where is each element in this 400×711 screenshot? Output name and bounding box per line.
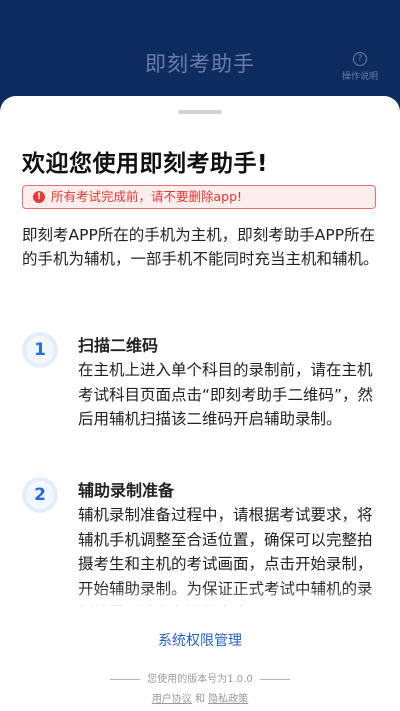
alert-circle-icon: ! bbox=[33, 190, 45, 203]
help-label: 操作说明 bbox=[341, 72, 378, 82]
alert-text: 所有考试完成前，请不要删除app! bbox=[51, 189, 243, 204]
policy-links: 用户协议 和 隐私政策 bbox=[0, 690, 400, 705]
step-number-badge: 1 bbox=[22, 332, 58, 368]
divider bbox=[259, 678, 290, 680]
warning-alert: ! 所有考试完成前，请不要删除app! bbox=[22, 185, 376, 209]
version-info: 您使用的版本号为1.0.0 bbox=[0, 670, 400, 685]
welcome-heading: 欢迎您使用即刻考助手! bbox=[22, 151, 268, 177]
divider bbox=[110, 678, 141, 680]
system-permission-link[interactable]: 系统权限管理 bbox=[0, 630, 400, 650]
welcome-sheet: 欢迎您使用即刻考助手! ! 所有考试完成前，请不要删除app! 即刻考APP所在的… bbox=[0, 96, 400, 711]
intro-text: 即刻考APP所在的手机为主机，即刻考助手APP所在的手机为辅机，一部手机不能同时… bbox=[22, 226, 379, 268]
footer: 系统权限管理 您使用的版本号为1.0.0 用户协议 和 隐私政策 bbox=[0, 606, 400, 711]
privacy-policy-link[interactable]: 隐私政策 bbox=[208, 694, 248, 705]
user-agreement-link[interactable]: 用户协议 bbox=[152, 694, 192, 705]
help-button[interactable]: ? 操作说明 bbox=[338, 46, 382, 82]
and-text: 和 bbox=[195, 694, 205, 705]
step-number-badge: 2 bbox=[22, 477, 58, 513]
drag-handle[interactable] bbox=[178, 110, 222, 114]
step-title: 扫描二维码 bbox=[78, 336, 159, 355]
question-circle-icon: ? bbox=[353, 52, 367, 66]
version-text: 您使用的版本号为1.0.0 bbox=[147, 674, 253, 685]
step-title: 辅助录制准备 bbox=[78, 481, 175, 500]
step-body: 在主机上进入单个科目的录制前，请在主机考试科目页面点击“即刻考助手二维码”，然后… bbox=[78, 361, 374, 428]
